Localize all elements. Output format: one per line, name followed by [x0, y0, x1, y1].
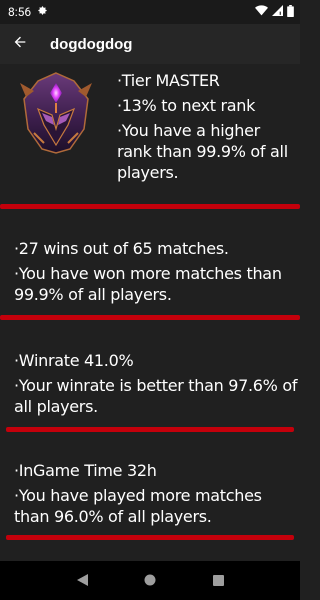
- ingame-time-card: ·InGame Time 32h ·You have played more m…: [0, 458, 300, 548]
- wifi-icon: [255, 5, 268, 19]
- tier-text: ·Tier MASTER: [117, 71, 220, 90]
- wins-card: ·27 wins out of 65 matches. ·You have wo…: [0, 234, 300, 324]
- wins-text: ·27 wins out of 65 matches.: [14, 239, 229, 258]
- cell-signal-icon: [272, 5, 283, 19]
- divider: [0, 315, 300, 320]
- page-title: dogdogdog: [50, 35, 133, 53]
- winrate-percentile-text: ·Your winrate is better than 97.6% of al…: [14, 376, 298, 416]
- stats-list[interactable]: ·Tier MASTER ·13% to next rank ·You have…: [0, 64, 300, 561]
- back-button[interactable]: [0, 24, 40, 64]
- winrate-text: ·Winrate 41.0%: [14, 351, 134, 370]
- divider: [6, 535, 294, 540]
- master-rank-emblem-icon: [18, 69, 94, 155]
- settings-gear-icon: [37, 5, 48, 19]
- battery-icon: [287, 4, 294, 20]
- ingame-time-text: ·InGame Time 32h: [14, 461, 157, 480]
- rank-card: ·Tier MASTER ·13% to next rank ·You have…: [0, 64, 300, 209]
- home-circle-icon: [144, 571, 156, 590]
- back-triangle-icon: [76, 571, 88, 590]
- status-time: 8:56: [8, 5, 32, 19]
- arrow-back-icon: [12, 34, 28, 54]
- nav-back-button[interactable]: [67, 566, 97, 596]
- ingame-percentile-text: ·You have played more matches than 96.0%…: [14, 486, 262, 526]
- divider: [0, 204, 300, 209]
- next-rank-text: ·13% to next rank: [117, 96, 256, 115]
- divider: [6, 427, 294, 432]
- winrate-card: ·Winrate 41.0% ·Your winrate is better t…: [0, 348, 300, 438]
- nav-home-button[interactable]: [135, 566, 165, 596]
- system-nav-bar: [0, 561, 300, 600]
- nav-recents-button[interactable]: [203, 566, 233, 596]
- wins-percentile-text: ·You have won more matches than 99.9% of…: [14, 264, 282, 304]
- rank-percentile-text: ·You have a higher rank than 99.9% of al…: [117, 121, 288, 182]
- app-bar: dogdogdog: [0, 24, 300, 64]
- status-bar: 8:56: [0, 0, 300, 24]
- recents-square-icon: [212, 571, 224, 590]
